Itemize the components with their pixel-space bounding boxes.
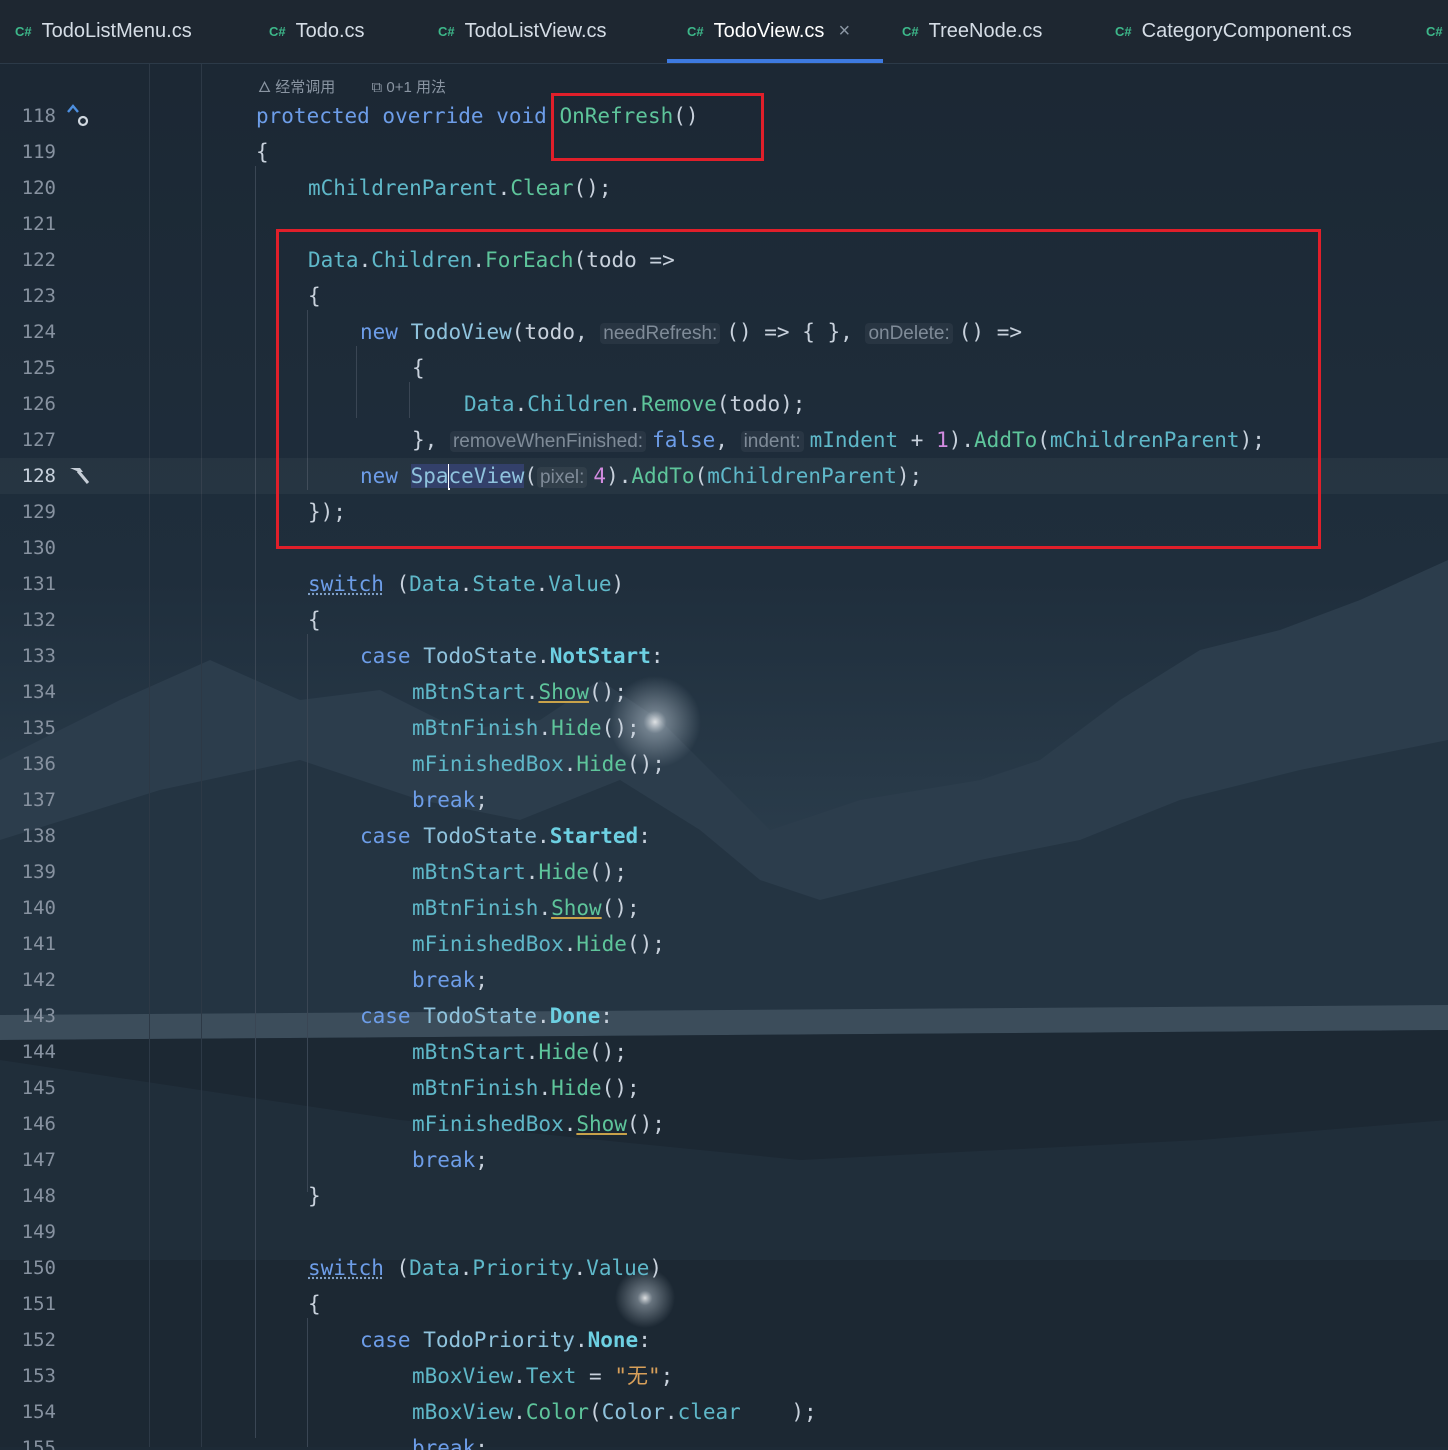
csharp-file-icon: C# <box>15 24 32 39</box>
active-tab-indicator <box>667 59 883 63</box>
csharp-file-icon: C# <box>902 24 919 39</box>
code-line-142: 142 break; <box>21 968 488 992</box>
code-line-154: 154 mBoxView.Color(Color.clear ); <box>21 1400 817 1424</box>
code-line-147: 147 break; <box>21 1148 488 1172</box>
code-line-151: 151{ <box>21 1292 321 1316</box>
close-icon[interactable]: × <box>838 20 850 43</box>
tab-overflow[interactable]: C# <box>1426 0 1448 63</box>
code-line-140: 140 mBtnFinish.Show(); <box>21 896 640 920</box>
highlight-box-foreach-block <box>276 229 1321 549</box>
code-line-143: 143 case TodoState.Done: <box>21 1004 613 1028</box>
code-line-145: 145 mBtnFinish.Hide(); <box>21 1076 640 1100</box>
tab-label: TreeNode.cs <box>928 20 1043 42</box>
code-line-144: 144 mBtnStart.Hide(); <box>21 1040 627 1064</box>
highlight-box-method-name <box>551 93 764 161</box>
code-line-139: 139 mBtnStart.Hide(); <box>21 860 627 884</box>
tab-categorycomponent[interactable]: C# CategoryComponent.cs <box>1115 0 1352 63</box>
tab-label: TodoListView.cs <box>464 20 607 42</box>
usage-hint[interactable]: 🜂 经常调用 <box>258 79 351 96</box>
code-line-131: 131 switch (Data.State.Value) <box>21 572 625 596</box>
code-line-133: 133 case TodoState.NotStart: <box>21 644 664 668</box>
code-line-153: 153 mBoxView.Text = "无"; <box>21 1364 674 1388</box>
tab-label: TodoView.cs <box>713 20 825 42</box>
code-line-141: 141 mFinishedBox.Hide(); <box>21 932 665 956</box>
hammer-icon[interactable] <box>66 462 92 492</box>
csharp-file-icon: C# <box>687 24 704 39</box>
override-gutter-icon[interactable] <box>66 103 92 133</box>
tab-todolistmenu[interactable]: C# TodoListMenu.cs <box>15 0 192 63</box>
csharp-file-icon: C# <box>438 24 455 39</box>
editor-tab-bar: C# TodoListMenu.cs C# Todo.cs C# TodoLis… <box>0 0 1448 64</box>
code-line-120: 120 mChildrenParent.Clear(); <box>21 176 612 200</box>
csharp-file-icon: C# <box>1115 24 1132 39</box>
tab-treenode[interactable]: C# TreeNode.cs <box>902 0 1042 63</box>
tab-label: Todo.cs <box>295 20 365 42</box>
references-hint[interactable]: ⧉ 0+1 用法 <box>371 79 462 96</box>
csharp-file-icon: C# <box>269 24 286 39</box>
code-line-152: 152 case TodoPriority.None: <box>21 1328 651 1352</box>
code-line-135: 135 mBtnFinish.Hide(); <box>21 716 640 740</box>
tab-label: CategoryComponent.cs <box>1141 20 1352 42</box>
code-line-134: 134 mBtnStart.Show(); <box>21 680 627 704</box>
tab-todolistview[interactable]: C# TodoListView.cs <box>438 0 607 63</box>
code-line-155: 155 break; <box>21 1436 488 1450</box>
code-line-149: 149 <box>21 1221 56 1243</box>
code-line-148: 148} <box>21 1184 321 1208</box>
code-line-136: 136 mFinishedBox.Hide(); <box>21 752 665 776</box>
code-line-150: 150 switch (Data.Priority.Value) <box>21 1256 663 1280</box>
code-line-132: 132{ <box>21 608 321 632</box>
tab-todoview[interactable]: C# TodoView.cs × <box>687 0 850 63</box>
csharp-file-icon: C# <box>1426 24 1443 39</box>
tab-label: TodoListMenu.cs <box>41 20 192 42</box>
code-line-138: 138 case TodoState.Started: <box>21 824 651 848</box>
tab-todo[interactable]: C# Todo.cs <box>269 0 365 63</box>
code-line-137: 137 break; <box>21 788 488 812</box>
code-line-146: 146 mFinishedBox.Show(); <box>21 1112 665 1136</box>
code-vision-hints: 🜂 经常调用 ⧉ 0+1 用法 <box>258 70 478 101</box>
